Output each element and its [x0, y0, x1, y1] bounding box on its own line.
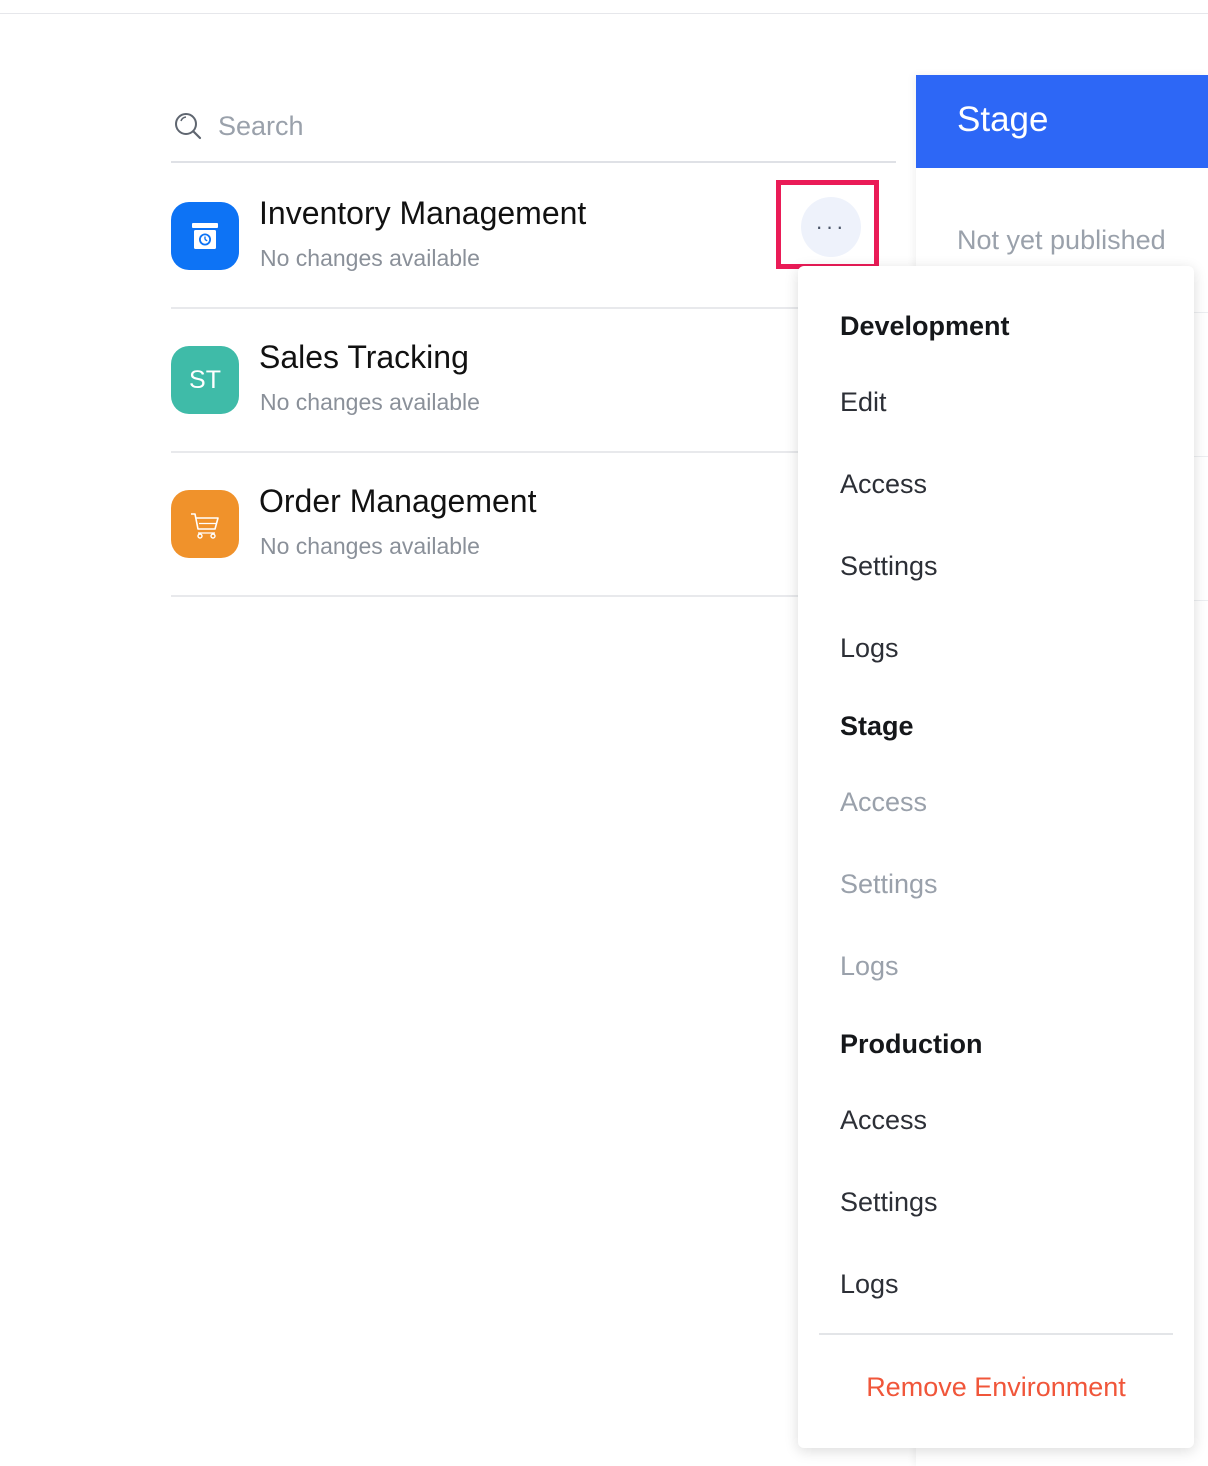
menu-heading-production: Production — [840, 1029, 983, 1059]
stage-panel-header: Stage — [916, 75, 1208, 168]
app-row-inventory-management[interactable]: Inventory Management No changes availabl… — [171, 165, 896, 309]
app-page: Inventory Management No changes availabl… — [0, 0, 1208, 1466]
app-row-sales-tracking[interactable]: ST Sales Tracking No changes available — [171, 309, 896, 453]
menu-item-development-edit[interactable]: Edit — [840, 389, 887, 416]
menu-item-production-logs[interactable]: Logs — [840, 1271, 899, 1298]
more-button-highlight: ··· — [776, 180, 879, 269]
menu-item-stage-logs: Logs — [840, 951, 899, 981]
app-title: Inventory Management — [259, 195, 587, 231]
search-bar — [171, 94, 896, 163]
stage-status-text: Not yet published — [957, 225, 1166, 255]
app-subtitle: No changes available — [260, 533, 480, 559]
menu-divider — [819, 1333, 1173, 1335]
environment-menu: Development Edit Access Settings Logs St… — [798, 266, 1194, 1448]
app-title: Sales Tracking — [259, 339, 469, 375]
top-divider — [0, 13, 1208, 14]
menu-item-development-logs[interactable]: Logs — [840, 635, 899, 662]
menu-item-development-settings[interactable]: Settings — [840, 553, 938, 580]
search-input[interactable] — [218, 106, 858, 146]
menu-item-stage-settings: Settings — [840, 869, 938, 899]
menu-item-production-settings[interactable]: Settings — [840, 1189, 938, 1216]
app-subtitle: No changes available — [260, 245, 480, 271]
inventory-box-icon — [171, 202, 239, 270]
menu-item-production-access[interactable]: Access — [840, 1107, 927, 1134]
app-title: Order Management — [259, 483, 537, 519]
app-subtitle: No changes available — [260, 389, 480, 415]
menu-heading-development: Development — [840, 311, 1010, 341]
inventory-box-glyph — [192, 223, 218, 249]
stage-panel-title: Stage — [957, 100, 1049, 139]
sales-tracking-avatar: ST — [171, 346, 239, 414]
menu-item-stage-access: Access — [840, 787, 928, 817]
search-icon — [175, 113, 202, 140]
shopping-cart-icon — [171, 490, 239, 558]
menu-heading-stage: Stage — [840, 711, 914, 741]
more-options-button[interactable]: ··· — [801, 197, 861, 257]
remove-environment-button[interactable]: Remove Environment — [798, 1374, 1194, 1401]
app-row-order-management[interactable]: Order Management No changes available — [171, 453, 896, 597]
menu-item-development-access[interactable]: Access — [840, 471, 927, 498]
shopping-cart-glyph — [191, 513, 219, 539]
